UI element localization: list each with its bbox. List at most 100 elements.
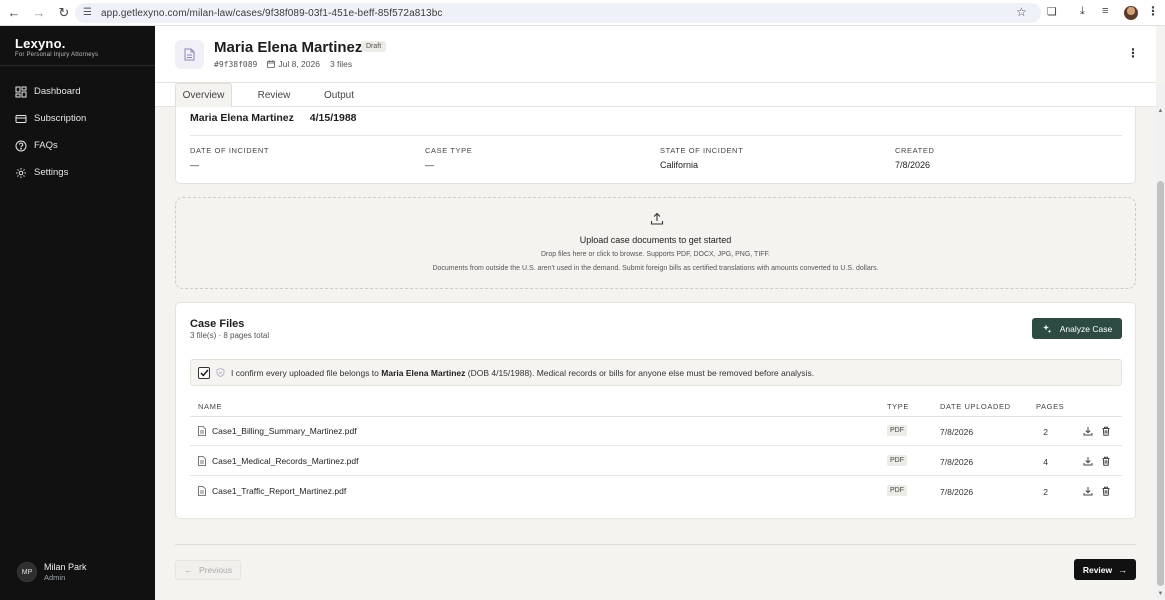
case-tabs: Overview Review Output [155,83,1156,107]
file-type-badge: PDF [887,425,907,436]
upload-dropzone[interactable]: Upload case documents to get started Dro… [175,197,1136,289]
case-date: Jul 8, 2026 [267,59,320,69]
field-value: — [190,160,199,170]
confirm-suffix: (DOB 4/15/1988). Medical records or bill… [467,367,815,378]
scroll-thumb[interactable] [1157,181,1164,586]
case-files-card: Case Files 3 file(s) · 8 pages total Ana… [175,302,1136,519]
brand-tagline: For Personal Injury Attorneys [15,52,99,58]
url-text: app.getlexyno.com/milan-law/cases/9f38f0… [101,7,443,19]
sidebar-item-label: FAQs [34,140,58,151]
trash-icon[interactable] [1101,426,1111,436]
sidebar-item-settings[interactable]: Settings [0,159,155,186]
sidebar-item-label: Settings [34,167,69,178]
sidebar-item-subscription[interactable]: Subscription [0,105,155,132]
browser-menu-icon[interactable]: ⋮ [1147,4,1159,18]
field-label: CREATED [895,146,935,155]
case-date-text: Jul 8, 2026 [278,59,320,69]
extensions-icon[interactable]: ❏ [1047,5,1057,18]
file-date: 7/8/2026 [940,487,974,497]
dashboard-icon [15,86,27,97]
client-dob: 4/15/1988 [309,112,357,124]
download-icon[interactable]: ⤓ [1080,5,1085,18]
confirm-prefix: I confirm every uploaded file belongs to [231,367,379,378]
more-options-icon[interactable]: ⋮ [1127,46,1139,60]
forward-arrow-icon[interactable]: → [28,2,50,24]
upload-note: Documents from outside the U.S. aren't u… [432,265,879,272]
user-name: Milan Park [44,562,87,572]
file-pages: 2 [1043,487,1048,497]
user-role: Admin [44,573,66,582]
section-title: Case Files [190,318,245,330]
tab-review[interactable]: Review [249,83,299,107]
column-header-date-uploaded: DATE UPLOADED [940,402,1011,411]
previous-label: Previous [198,565,233,575]
previous-button[interactable]: ← Previous [175,560,241,580]
brand-name: Lexyno. [15,36,66,51]
tab-output[interactable]: Output [316,83,362,107]
download-icon[interactable] [1083,426,1093,436]
table-row: Case1_Medical_Records_Martinez.pdf PDF 7… [190,446,1122,476]
download-icon[interactable] [1083,456,1093,466]
tab-overview[interactable]: Overview [175,83,232,107]
brand-logo[interactable]: Lexyno. For Personal Injury Attorneys [15,36,98,58]
scroll-down-icon[interactable]: ▼ [1157,591,1164,597]
divider [175,544,1136,545]
client-info-card: Maria Elena Martinez 4/15/1988 DATE OF I… [175,107,1136,184]
arrow-right-icon: → [1118,564,1128,575]
review-button[interactable]: Review → [1074,559,1136,580]
client-name: Maria Elena Martinez [190,112,294,124]
upload-subtitle: Drop files here or click to browse. Supp… [541,251,770,258]
page-scrollbar[interactable]: ▲ ▼ [1156,83,1165,600]
file-name-text: Case1_Billing_Summary_Martinez.pdf [212,426,357,436]
trash-icon[interactable] [1101,456,1111,466]
field-created: CREATED 7/8/2026 [895,146,934,170]
user-profile[interactable]: MP Milan Park Admin [17,562,87,582]
divider [190,135,1122,136]
file-icon [198,486,206,496]
field-value: 7/8/2026 [895,160,931,170]
scroll-up-icon[interactable]: ▲ [1157,108,1164,114]
confirm-text: I confirm every uploaded file belongs to… [231,368,814,378]
sidebar-divider [0,65,155,66]
sidebar: Lexyno. For Personal Injury Attorneys Da… [0,26,155,600]
back-arrow-icon[interactable]: ← [3,2,25,24]
file-date: 7/8/2026 [940,427,974,437]
file-name[interactable]: Case1_Traffic_Report_Martinez.pdf [198,486,346,496]
download-icon[interactable] [1083,486,1093,496]
file-date: 7/8/2026 [940,457,974,467]
gear-icon [16,167,26,178]
file-pages: 2 [1043,427,1048,437]
case-header: Maria Elena Martinez Draft #9f38f089 Jul… [155,26,1156,83]
file-icon [198,426,206,436]
file-name[interactable]: Case1_Billing_Summary_Martinez.pdf [198,426,357,436]
field-value: — [425,160,434,170]
media-control-icon[interactable]: ≡ [1102,5,1108,17]
reload-icon[interactable]: ↻ [53,2,75,24]
field-label: STATE OF INCIDENT [660,146,744,155]
case-meta: #9f38f089 Jul 8, 2026 3 files [214,59,352,69]
profile-avatar-icon[interactable] [1124,6,1138,20]
site-settings-icon[interactable]: ☰ [83,8,93,18]
arrow-left-icon: ← [183,565,193,575]
confirm-checkbox[interactable] [198,366,210,379]
file-pages: 4 [1043,457,1048,467]
address-bar[interactable]: ☰ app.getlexyno.com/milan-law/cases/9f38… [75,3,1041,23]
sparkle-icon [1042,324,1052,333]
field-date-of-incident: DATE OF INCIDENT — [190,146,269,170]
field-case-type: CASE TYPE — [425,146,472,170]
upload-title: Upload case documents to get started [579,235,732,245]
analyze-case-button[interactable]: Analyze Case [1032,318,1122,339]
client-summary: Maria Elena Martinez 4/15/1988 [190,112,357,124]
file-type-badge: PDF [887,485,907,496]
table-row: Case1_Billing_Summary_Martinez.pdf PDF 7… [190,416,1122,446]
bookmark-star-icon[interactable]: ☆ [1016,5,1027,19]
field-label: DATE OF INCIDENT [190,146,270,155]
file-type-badge: PDF [887,455,907,466]
file-name[interactable]: Case1_Medical_Records_Martinez.pdf [198,456,358,466]
upload-icon [650,212,664,225]
sidebar-item-faqs[interactable]: FAQs [0,132,155,159]
column-header-type: TYPE [887,402,909,411]
status-badge: Draft [361,41,387,52]
sidebar-item-dashboard[interactable]: Dashboard [0,78,155,105]
trash-icon[interactable] [1101,486,1111,496]
